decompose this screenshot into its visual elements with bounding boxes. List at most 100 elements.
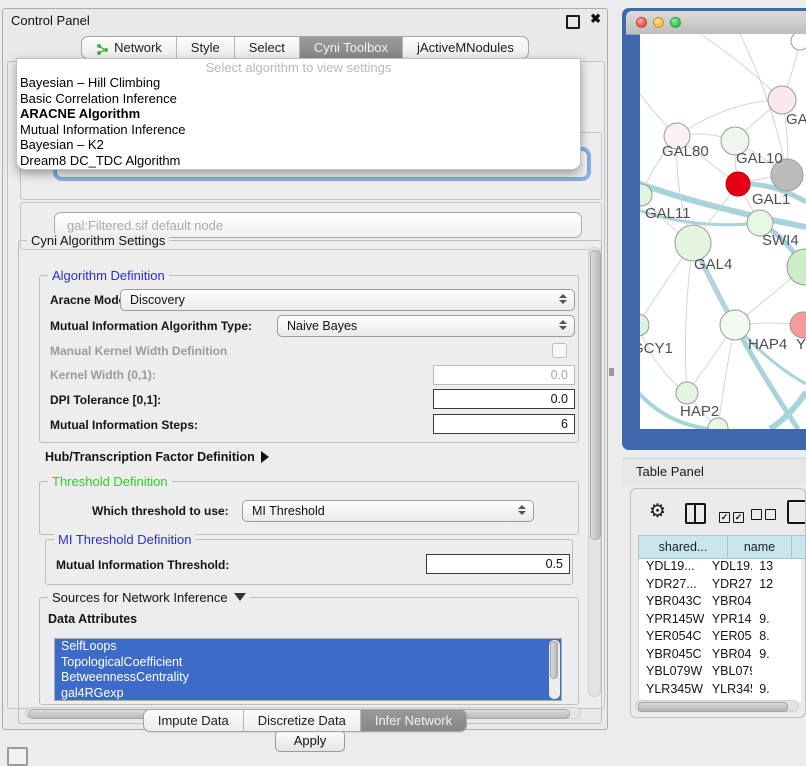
aracne-mode-combobox[interactable]: Discovery	[120, 289, 575, 311]
table-row[interactable]: YPR145WYPR145W9.	[639, 612, 801, 630]
network-node[interactable]	[726, 172, 750, 196]
tab-discretize-data[interactable]: Discretize Data	[244, 710, 361, 731]
mi-type-value: Naive Bayes	[287, 319, 357, 333]
table-row[interactable]: YER054CYER054C8.	[639, 629, 801, 647]
attr-list-scrollbar-thumb[interactable]	[550, 641, 558, 679]
table-row[interactable]: YLR345WYLR345W9.	[639, 682, 801, 700]
network-node-label: GAL11	[645, 205, 691, 222]
table-cell: 12	[752, 577, 801, 595]
network-node[interactable]	[676, 382, 698, 404]
algorithm-popup: Select algorithm to view settings Bayesi…	[16, 58, 581, 170]
network-node[interactable]	[791, 34, 806, 50]
close-icon[interactable]: ✖	[590, 11, 601, 27]
combo-arrows-icon	[559, 320, 567, 330]
attr-list-scrollbar[interactable]	[549, 640, 560, 699]
mi-type-combobox[interactable]: Naive Bayes	[277, 315, 575, 337]
network-edge[interactable]	[685, 243, 693, 393]
network-node[interactable]	[640, 314, 649, 336]
table-row[interactable]: YBR043CYBR043C	[639, 594, 801, 612]
table-hscrollbar-thumb[interactable]	[638, 702, 788, 712]
cyni-algorithm-settings-group: Cyni Algorithm Settings Algorithm Defini…	[18, 240, 602, 724]
table-cell: 9.	[752, 612, 801, 630]
table-row[interactable]: YDR27...YDR27...12	[639, 577, 801, 595]
minimize-traffic-light-icon[interactable]	[653, 17, 664, 28]
settings-vertical-scrollbar[interactable]	[588, 247, 601, 697]
attr-item[interactable]: gal4RGexp	[55, 686, 561, 701]
column-header[interactable]: shared...	[638, 535, 728, 559]
network-node[interactable]	[720, 310, 750, 340]
table-cell: YBL079W	[639, 664, 705, 682]
network-edge[interactable]	[640, 325, 687, 393]
table-cell: 9.	[752, 647, 801, 665]
tab-cyni-toolbox[interactable]: Cyni Toolbox	[300, 37, 403, 58]
network-edge[interactable]	[700, 34, 782, 100]
apply-button[interactable]: Apply	[275, 730, 345, 752]
network-graph[interactable]: GALGAL80GAL10GAL1GAL11SWI4GAL4GCY1HAP4YH…	[640, 34, 806, 429]
mi-type-label: Mutual Information Algorithm Type:	[50, 319, 252, 333]
float-icon[interactable]	[566, 15, 580, 29]
manual-kernel-checkbox[interactable]	[552, 343, 567, 358]
tab-select[interactable]: Select	[235, 37, 300, 58]
popup-item[interactable]: Bayesian – Hill Climbing	[17, 75, 580, 91]
data-attributes-label: Data Attributes	[48, 612, 137, 626]
network-node-label: GAL80	[662, 143, 709, 160]
attr-item[interactable]: TopologicalCoefficient	[55, 655, 561, 671]
table-cell: YBL079W	[705, 664, 752, 682]
table-horizontal-scrollbar[interactable]	[635, 700, 799, 712]
table-row[interactable]: YBL079WYBL079W	[639, 664, 801, 682]
dpi-tolerance-field[interactable]: 0.0	[433, 389, 575, 409]
dpi-tolerance-label: DPI Tolerance [0,1]:	[50, 393, 161, 407]
select-checked-icon[interactable]: ✓✓	[719, 507, 747, 525]
attr-item[interactable]: SelfLoops	[55, 639, 561, 655]
select-unchecked-icon[interactable]	[751, 507, 779, 525]
tab-style[interactable]: Style	[177, 37, 235, 58]
mi-steps-field[interactable]: 6	[433, 414, 575, 434]
settings-vscrollbar-thumb[interactable]	[590, 250, 601, 540]
network-edge[interactable]	[718, 325, 735, 428]
column-header[interactable]: name	[728, 535, 792, 559]
table-panel: ⚙ ✓✓ shared...nameA YDL19...YDL19...13YD…	[630, 488, 806, 718]
zoom-traffic-light-icon[interactable]	[670, 17, 681, 28]
desktop: { "control_panel": { "title": "Control P…	[0, 0, 806, 762]
network-view-window[interactable]: GALGAL80GAL10GAL1GAL11SWI4GAL4GCY1HAP4YH…	[622, 8, 806, 450]
table-row[interactable]: YDL19...YDL19...13	[639, 559, 801, 577]
sources-group: Sources for Network Inference Data Attri…	[39, 597, 579, 705]
table-cell: YDR27...	[639, 577, 705, 595]
network-canvas[interactable]: GALGAL80GAL10GAL1GAL11SWI4GAL4GCY1HAP4YH…	[640, 34, 806, 429]
which-threshold-label: Which threshold to use:	[92, 504, 229, 518]
gear-icon[interactable]: ⚙	[649, 500, 666, 523]
panel-divider-handle[interactable]	[609, 368, 614, 376]
hub-definition-expander[interactable]: Hub/Transcription Factor Definition	[45, 450, 269, 464]
popup-item[interactable]: Dream8 DC_TDC Algorithm	[17, 153, 580, 169]
combo-arrows-icon	[559, 294, 567, 304]
expand-arrow-icon[interactable]	[261, 451, 269, 463]
popup-item[interactable]: ARACNE Algorithm	[17, 106, 580, 122]
network-edge[interactable]	[640, 195, 641, 325]
network-node-label: GCY1	[640, 340, 673, 357]
tab-impute-data[interactable]: Impute Data	[144, 710, 244, 731]
network-view-titlebar[interactable]	[626, 11, 806, 35]
sources-title: Sources for Network Inference	[52, 590, 228, 605]
table-row[interactable]: YBR045CYBR045C9.	[639, 647, 801, 665]
popup-item[interactable]: Bayesian – K2	[17, 137, 580, 153]
network-node[interactable]	[768, 86, 796, 114]
columns-icon[interactable]	[685, 503, 706, 524]
data-attributes-list[interactable]: SelfLoopsTopologicalCoefficientBetweenne…	[54, 638, 562, 701]
file-icon[interactable]	[787, 500, 806, 524]
collapse-arrow-icon[interactable]	[234, 593, 246, 601]
attr-item[interactable]: BetweennessCentrality	[55, 670, 561, 686]
tab-network[interactable]: Network	[82, 37, 177, 58]
minimized-panel-icon[interactable]	[7, 747, 28, 766]
column-header[interactable]: A	[792, 535, 806, 559]
table-cell: YPR145W	[705, 612, 752, 630]
tab-infer-network[interactable]: Infer Network	[361, 710, 466, 731]
tab-jactivemnodules[interactable]: jActiveMNodules	[403, 37, 528, 58]
table-panel-titlebar: Table Panel	[622, 458, 806, 485]
kernel-width-field[interactable]: 0.0	[433, 365, 575, 385]
which-threshold-combobox[interactable]: MI Threshold	[242, 500, 534, 522]
popup-item[interactable]: Basic Correlation Inference	[17, 91, 580, 107]
close-traffic-light-icon[interactable]	[636, 17, 647, 28]
mi-threshold-field[interactable]: 0.5	[426, 554, 570, 574]
popup-item[interactable]: Mutual Information Inference	[17, 122, 580, 138]
network-node[interactable]	[790, 312, 806, 338]
